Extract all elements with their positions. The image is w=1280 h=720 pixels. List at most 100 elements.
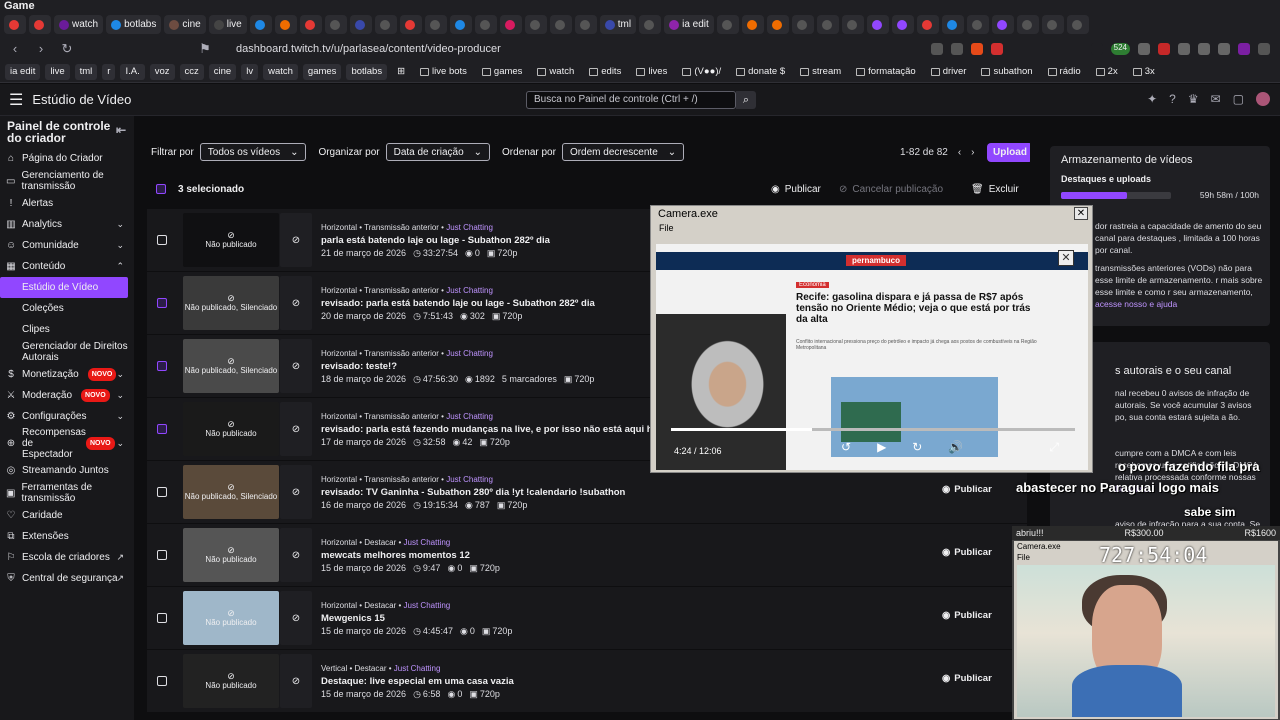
visibility-toggle[interactable]: ⊘	[280, 213, 312, 267]
avatar[interactable]	[1256, 92, 1270, 106]
rewards-icon[interactable]	[990, 42, 1003, 55]
browser-tab[interactable]: botlabs	[106, 15, 162, 34]
browser-tab[interactable]	[324, 15, 347, 34]
camera-menu-file[interactable]: File	[651, 223, 1092, 237]
video-thumbnail[interactable]: ⊘ Não publicado	[183, 528, 279, 582]
bookmark-folder[interactable]: watch	[532, 64, 579, 80]
select-all-checkbox[interactable]	[156, 184, 166, 194]
row-checkbox[interactable]	[157, 235, 167, 245]
bookmark-folder[interactable]: live bots	[415, 64, 472, 80]
help-icon[interactable]: ?	[1169, 92, 1176, 106]
video-thumbnail[interactable]: ⊘ Não publicado	[183, 591, 279, 645]
bookmark-chip[interactable]: games	[302, 63, 342, 80]
camera-window-titlebar[interactable]: Camera.exe ✕	[651, 206, 1092, 223]
rewind-icon[interactable]: ↺	[841, 440, 851, 455]
sidebar-item[interactable]: ⌂ Página do Criador	[0, 148, 134, 169]
bookmark-folder[interactable]: 3x	[1128, 64, 1160, 80]
sidebar-item[interactable]: ▦ Conteúdo ⌃	[0, 256, 134, 277]
browser-tab[interactable]	[424, 15, 447, 34]
browser-tab[interactable]	[966, 15, 989, 34]
apps-icon[interactable]: ⊞	[392, 64, 410, 80]
browser-tab[interactable]	[524, 15, 547, 34]
sidebar-item[interactable]: ⛨ Central de segurança ↗	[0, 568, 134, 589]
sidebar-item[interactable]: ▥ Analytics ⌄	[0, 214, 134, 235]
publish-button[interactable]: ◉ Publicar	[942, 610, 992, 621]
publish-button[interactable]: ◉ Publicar	[942, 547, 992, 558]
bulk-publish-button[interactable]: ◉ Publicar	[771, 184, 821, 195]
video-progress[interactable]	[671, 428, 1075, 431]
bookmark-folder[interactable]: stream	[795, 64, 846, 80]
browser-tab[interactable]	[29, 15, 51, 34]
video-game[interactable]: Just Chatting	[446, 349, 493, 358]
bookmark-folder[interactable]: formatação	[851, 64, 921, 80]
sidebar-item[interactable]: ! Alertas	[0, 193, 134, 214]
bookmark-chip[interactable]: lv	[241, 63, 259, 80]
browser-tab[interactable]	[449, 15, 472, 34]
visibility-toggle[interactable]: ⊘	[280, 654, 312, 708]
browser-tab[interactable]	[549, 15, 572, 34]
row-checkbox[interactable]	[157, 613, 167, 623]
browser-tab[interactable]	[916, 15, 939, 34]
video-thumbnail[interactable]: ⊘ Não publicado, Silenciado	[183, 276, 279, 330]
extension-icon[interactable]	[1198, 42, 1210, 55]
extension-icon[interactable]	[1178, 42, 1190, 55]
order-dropdown[interactable]: Ordem decrescente ⌄	[561, 143, 685, 161]
crown-icon[interactable]: ♛	[1188, 92, 1199, 106]
browser-tab[interactable]: tml	[599, 15, 637, 34]
bookmark-folder[interactable]: donate $	[731, 64, 790, 80]
bookmark-chip[interactable]: watch	[263, 63, 298, 80]
menu-icon[interactable]: ☰	[9, 90, 23, 110]
video-title[interactable]: revisado: parla está batendo laje ou lag…	[321, 297, 595, 310]
bookmark-folder[interactable]: driver	[926, 64, 972, 80]
visibility-toggle[interactable]: ⊘	[280, 402, 312, 456]
collapse-icon[interactable]: ⇤	[116, 124, 126, 136]
bookmark-chip[interactable]: cine	[208, 63, 237, 80]
table-row[interactable]: ⊘ Não publicado ⊘ Horizontal • Destacar •…	[147, 524, 1027, 587]
sidebar-item[interactable]: ▣ Ferramentas de transmissão	[0, 481, 134, 505]
browser-tab[interactable]	[816, 15, 839, 34]
mail-icon[interactable]: ✉	[1211, 92, 1221, 106]
bookmark-folder[interactable]: 2x	[1091, 64, 1123, 80]
volume-icon[interactable]: 🔊	[948, 440, 963, 455]
browser-tab[interactable]	[4, 15, 26, 34]
close-icon[interactable]: ✕	[1074, 207, 1088, 220]
extension-icon[interactable]	[1158, 42, 1170, 55]
extension-icon[interactable]	[1218, 42, 1230, 55]
video-game[interactable]: Just Chatting	[446, 223, 493, 232]
row-checkbox[interactable]	[157, 361, 167, 371]
row-checkbox[interactable]	[157, 676, 167, 686]
sort-dropdown[interactable]: Data de criação ⌄	[385, 143, 491, 161]
video-thumbnail[interactable]: ⊘ Não publicado	[183, 654, 279, 708]
video-title[interactable]: Mewgenics 15	[321, 612, 512, 625]
browser-tab[interactable]	[249, 15, 272, 34]
browser-tab[interactable]	[499, 15, 522, 34]
upload-button[interactable]: Upload	[987, 143, 1033, 162]
video-title[interactable]: revisado: teste!?	[321, 360, 594, 373]
notifications-icon[interactable]: ✦	[1147, 92, 1157, 106]
bookmark-icon[interactable]: ⚑	[198, 41, 212, 57]
row-checkbox[interactable]	[157, 550, 167, 560]
search-icon[interactable]: ⌕	[736, 91, 756, 109]
visibility-toggle[interactable]: ⊘	[280, 339, 312, 393]
webcam-window[interactable]: abriu!!! R$300.00 R$1600 Camera.exe File 7…	[1012, 526, 1280, 720]
browser-tab[interactable]	[1041, 15, 1064, 34]
chevron-left-icon[interactable]: ‹	[958, 147, 961, 158]
brave-icon[interactable]	[970, 42, 983, 55]
bookmark-chip[interactable]: ia edit	[5, 63, 41, 80]
forward-icon[interactable]: ›	[34, 41, 48, 56]
extension-icon[interactable]	[1138, 42, 1150, 55]
row-checkbox[interactable]	[157, 298, 167, 308]
browser-tab[interactable]	[1016, 15, 1039, 34]
bookmark-chip[interactable]: I.A.	[120, 63, 145, 80]
extension-icon[interactable]	[1238, 42, 1250, 55]
video-game[interactable]: Just Chatting	[446, 475, 493, 484]
bookmark-chip[interactable]: botlabs	[346, 63, 388, 80]
filter-dropdown[interactable]: Todos os vídeos ⌄	[199, 143, 307, 161]
browser-tab[interactable]	[716, 15, 739, 34]
bookmark-chip[interactable]: tml	[74, 63, 98, 80]
sidebar-item[interactable]: ▭ Gerenciamento de transmissão	[0, 169, 134, 193]
chat-icon[interactable]: ▢	[1233, 92, 1244, 106]
bookmark-folder[interactable]: games	[477, 64, 528, 80]
publish-button[interactable]: ◉ Publicar	[942, 673, 992, 684]
browser-tab[interactable]	[474, 15, 497, 34]
